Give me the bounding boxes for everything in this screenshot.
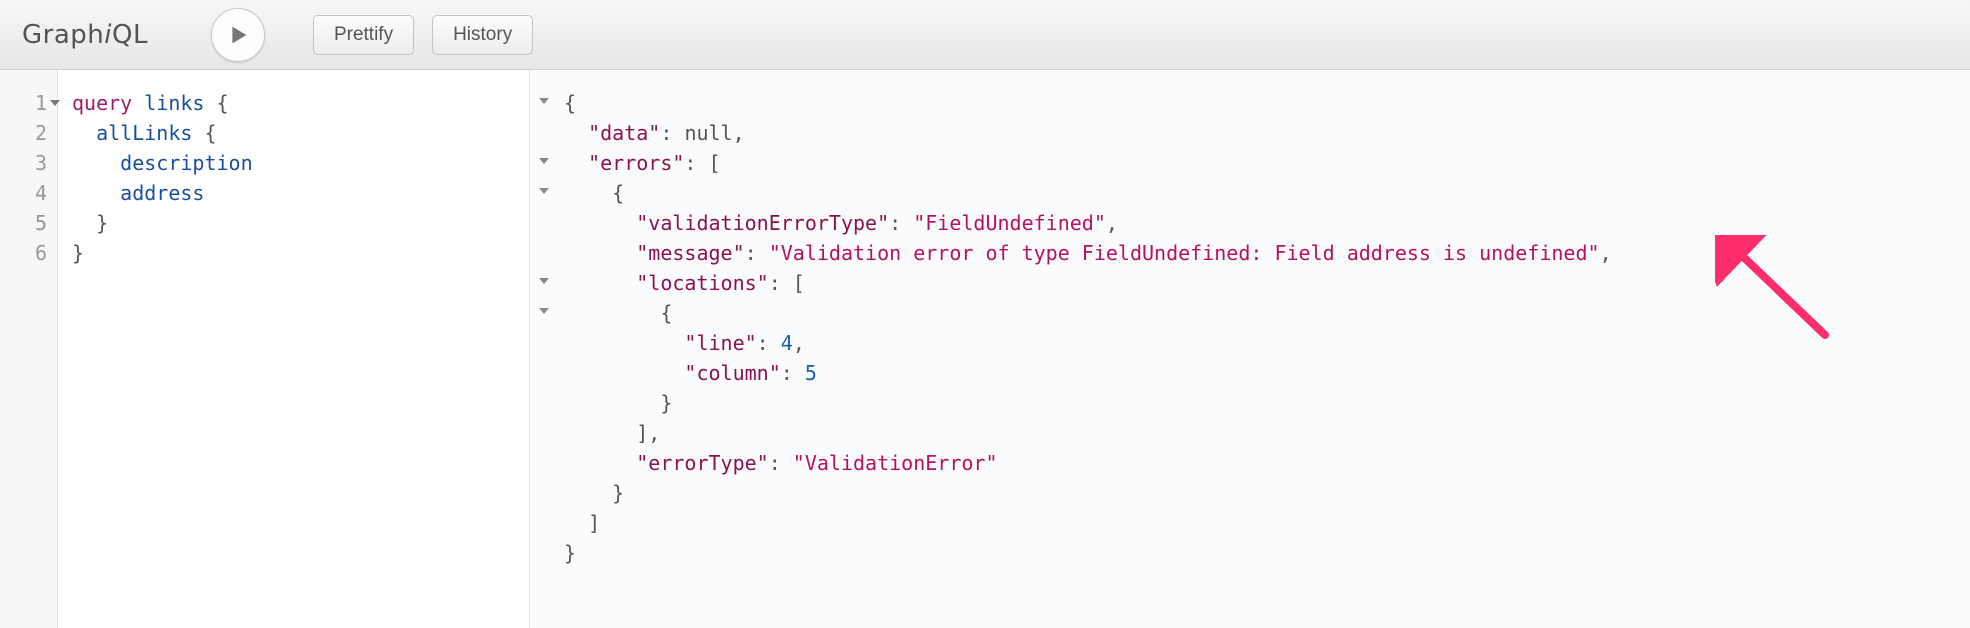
brace: { bbox=[564, 91, 576, 115]
json-string: "FieldUndefined" bbox=[913, 211, 1106, 235]
json-string: "Validation error of type FieldUndefined… bbox=[769, 241, 1600, 265]
brace: } bbox=[72, 241, 84, 265]
history-button[interactable]: History bbox=[432, 15, 533, 55]
line-number-gutter: 1 2 3 4 5 6 bbox=[0, 70, 58, 628]
result-pane: { "data": null, "errors": [ { "validatio… bbox=[530, 70, 1970, 628]
brace: } bbox=[564, 541, 576, 565]
topbar: GraphiQL Prettify History bbox=[0, 0, 1970, 70]
line-number: 2 bbox=[0, 118, 57, 148]
fold-arrow-icon[interactable] bbox=[530, 148, 558, 178]
fold-arrow-icon[interactable] bbox=[50, 100, 60, 106]
app-logo: GraphiQL bbox=[22, 20, 148, 50]
brace: { bbox=[612, 181, 624, 205]
fold-arrow-icon[interactable] bbox=[530, 298, 558, 328]
query-editor[interactable]: query links { allLinks { description add… bbox=[58, 70, 529, 628]
json-key-message: "message" bbox=[636, 241, 744, 265]
result-fold-gutter bbox=[530, 70, 558, 628]
logo-suffix: QL bbox=[112, 20, 148, 50]
brace: } bbox=[612, 481, 624, 505]
logo-prefix: Graph bbox=[22, 20, 104, 50]
json-number: 4 bbox=[781, 331, 793, 355]
line-number: 3 bbox=[0, 148, 57, 178]
json-key-errors: "errors" bbox=[588, 151, 684, 175]
field-allLinks: allLinks bbox=[96, 121, 192, 145]
field-description: description bbox=[120, 151, 252, 175]
json-key-column: "column" bbox=[684, 361, 780, 385]
fold-arrow-icon[interactable] bbox=[530, 268, 558, 298]
json-key-data: "data" bbox=[588, 121, 660, 145]
line-number: 1 bbox=[0, 88, 57, 118]
operation-name: links bbox=[144, 91, 204, 115]
keyword-query: query bbox=[72, 91, 132, 115]
brace: { bbox=[660, 301, 672, 325]
fold-arrow-icon[interactable] bbox=[530, 88, 558, 118]
json-number: 5 bbox=[805, 361, 817, 385]
logo-italic: i bbox=[104, 20, 112, 50]
bracket: [ bbox=[709, 151, 721, 175]
fold-arrow-icon[interactable] bbox=[530, 178, 558, 208]
json-key-locations: "locations" bbox=[636, 271, 768, 295]
brace: } bbox=[660, 391, 672, 415]
brace: { bbox=[217, 91, 229, 115]
json-string: "ValidationError" bbox=[793, 451, 998, 475]
line-number: 5 bbox=[0, 208, 57, 238]
line-number: 4 bbox=[0, 178, 57, 208]
bracket: [ bbox=[793, 271, 805, 295]
json-null: null bbox=[684, 121, 732, 145]
line-number: 6 bbox=[0, 238, 57, 268]
field-address: address bbox=[120, 181, 204, 205]
play-icon bbox=[224, 21, 252, 49]
result-viewer[interactable]: { "data": null, "errors": [ { "validatio… bbox=[558, 70, 1970, 628]
json-key-validationErrorType: "validationErrorType" bbox=[636, 211, 889, 235]
query-editor-pane: 1 2 3 4 5 6 query links { allLinks { des… bbox=[0, 70, 530, 628]
main-area: 1 2 3 4 5 6 query links { allLinks { des… bbox=[0, 70, 1970, 628]
prettify-button[interactable]: Prettify bbox=[313, 15, 414, 55]
brace: } bbox=[96, 211, 108, 235]
brace: { bbox=[204, 121, 216, 145]
bracket: ] bbox=[588, 511, 600, 535]
bracket: ] bbox=[636, 421, 648, 445]
json-key-errorType: "errorType" bbox=[636, 451, 768, 475]
execute-button[interactable] bbox=[211, 8, 265, 62]
json-key-line: "line" bbox=[684, 331, 756, 355]
